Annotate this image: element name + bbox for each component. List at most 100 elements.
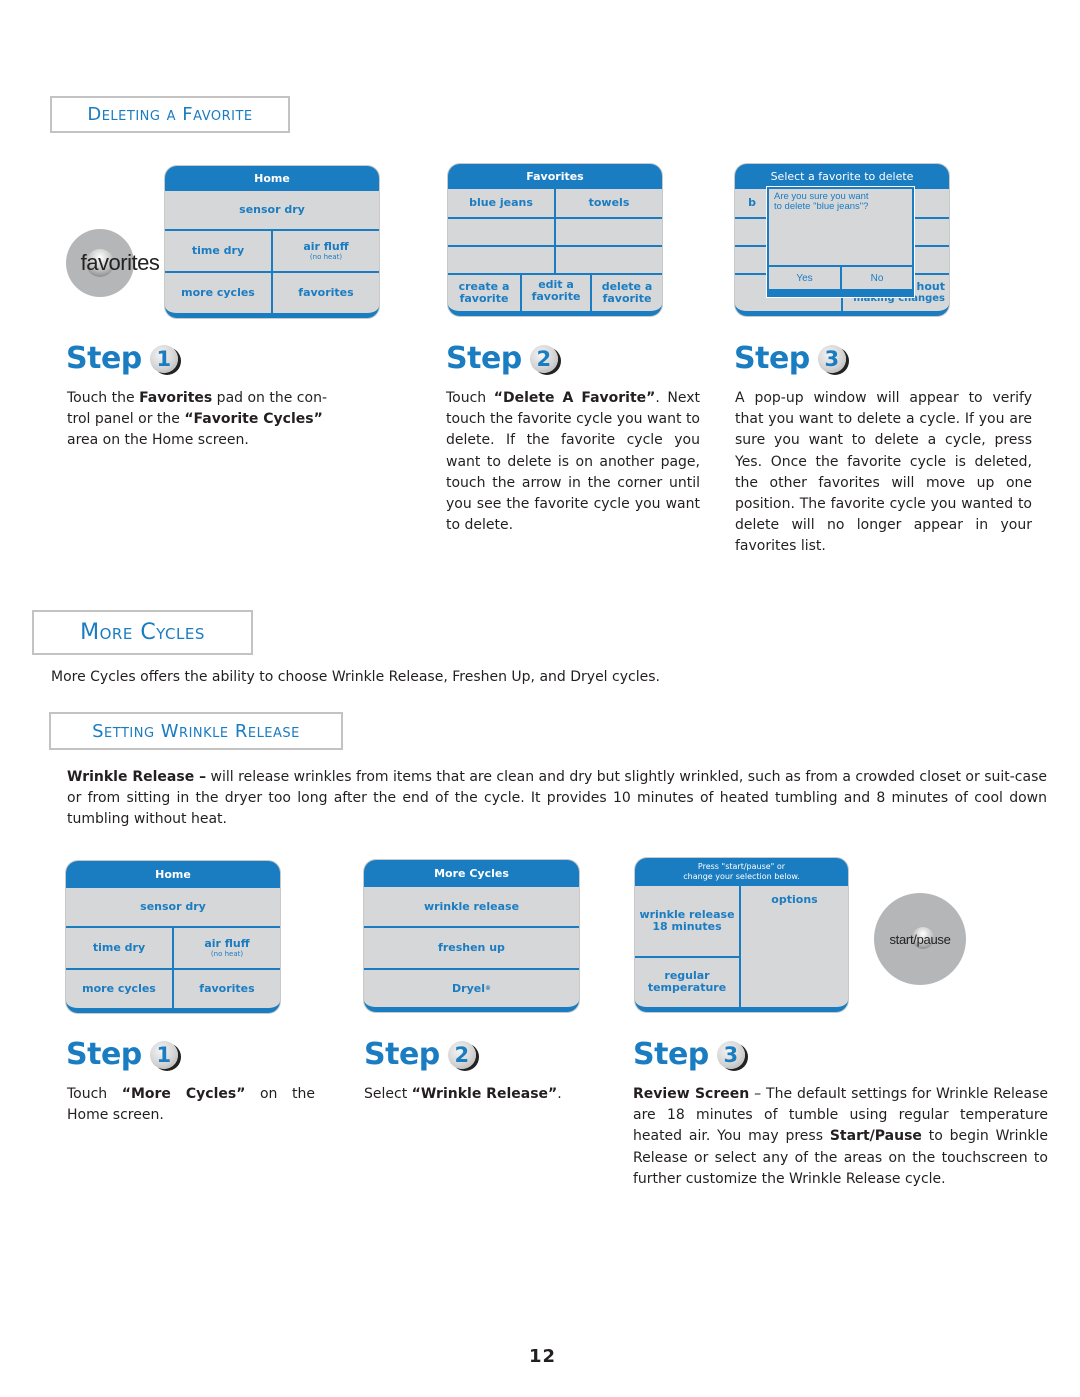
- text-run: Touch: [67, 1086, 122, 1102]
- wr-step-3-header: Step 3: [633, 1037, 745, 1072]
- delete-confirm-popup: Are you sure you want to delete "blue je…: [767, 187, 914, 297]
- review-title-line: change your selection below.: [683, 872, 800, 881]
- popup-message-line: to delete "blue jeans"?: [774, 201, 869, 212]
- favorites-screen-title: Favorites: [448, 164, 662, 189]
- review-screen-panel: Press "start/pause" or change your selec…: [635, 858, 848, 1012]
- home-screen-panel: Home sensor dry time dry air fluff (no h…: [165, 166, 379, 318]
- air-fluff-button[interactable]: air fluff (no heat): [174, 928, 280, 968]
- text-run: Touch the: [67, 390, 140, 406]
- time-dry-button[interactable]: time dry: [66, 928, 172, 968]
- sensor-dry-button[interactable]: sensor dry: [66, 888, 280, 926]
- step-word: Step: [364, 1037, 440, 1072]
- air-fluff-button[interactable]: air fluff (no heat): [273, 231, 379, 271]
- favorites-pad-button[interactable]: favorites: [66, 229, 160, 297]
- edit-favorite-label: favorite: [531, 290, 581, 303]
- favorite-item-blue-jeans[interactable]: blue jeans: [448, 189, 554, 217]
- air-fluff-sublabel: (no heat): [210, 949, 244, 958]
- time-dry-button[interactable]: time dry: [165, 231, 271, 271]
- text-run: Touch: [446, 390, 494, 406]
- dryel-button[interactable]: Dryel ®: [364, 970, 579, 1007]
- cycle-time-button[interactable]: wrinkle release 18 minutes: [635, 886, 739, 956]
- favorite-item-towels[interactable]: towels: [556, 189, 662, 217]
- more-cycles-heading: More Cycles: [80, 620, 205, 645]
- favorite-item-empty[interactable]: [448, 219, 554, 245]
- favorite-item-empty[interactable]: [448, 247, 554, 273]
- text-run: will release wrinkles from items that ar…: [67, 769, 1047, 828]
- more-cycles-intro: More Cycles offers the ability to choose…: [51, 669, 660, 685]
- delete-step-2-header: Step 2: [446, 341, 558, 376]
- delete-step-3-header: Step 3: [734, 341, 846, 376]
- time-dry-label: time dry: [191, 244, 245, 257]
- more-cycles-heading-box: More Cycles: [32, 610, 253, 655]
- deleting-favorite-heading-box: Deleting a Favorite: [50, 96, 290, 133]
- options-label: options: [771, 893, 818, 906]
- delete-step-1-text: Touch the Favorites pad on the con-trol …: [67, 388, 349, 452]
- step-word: Step: [734, 341, 810, 376]
- delete-step-2-text: Touch “Delete A Favorite”. Next touch th…: [446, 388, 700, 536]
- more-cycles-screen-panel: More Cycles wrinkle release freshen up D…: [364, 860, 579, 1012]
- wrinkle-release-button[interactable]: wrinkle release: [364, 887, 579, 926]
- no-label: No: [870, 273, 884, 284]
- behind-item-label: b: [735, 189, 769, 217]
- wr-step-3-text: Review Screen – The default settings for…: [633, 1084, 1048, 1190]
- more-cycles-label: more cycles: [181, 286, 255, 299]
- delete-favorite-button[interactable]: delete a favorite: [592, 275, 662, 311]
- delete-step-1-header: Step 1: [66, 341, 178, 376]
- popup-no-button[interactable]: No: [842, 267, 912, 291]
- setting-wrinkle-release-heading: Setting Wrinkle Release: [92, 720, 300, 742]
- favorite-item-label: blue jeans: [469, 196, 533, 209]
- text-run-bold: “Favorite Cycles”: [184, 411, 323, 428]
- sensor-dry-label: sensor dry: [140, 900, 206, 913]
- text-run-bold: Favorites: [139, 390, 213, 406]
- temperature-button[interactable]: regular temperature: [635, 958, 739, 1006]
- text-run-bold: “Wrinkle Release”: [411, 1086, 558, 1102]
- step-number-badge: 2: [529, 344, 558, 373]
- home-screen-title: Home: [165, 166, 379, 191]
- text-run: .: [557, 1086, 562, 1102]
- text-run-bold: Wrinkle Release –: [67, 769, 207, 785]
- registered-mark: ®: [484, 984, 491, 992]
- sensor-dry-button[interactable]: sensor dry: [165, 191, 379, 229]
- edit-favorite-button[interactable]: edit a favorite: [522, 273, 590, 309]
- step-number-badge: 1: [149, 344, 178, 373]
- favorites-label: favorites: [298, 286, 354, 299]
- step-word: Step: [66, 1037, 142, 1072]
- favorite-item-empty[interactable]: [556, 247, 662, 273]
- favorites-label: favorites: [199, 982, 255, 995]
- air-fluff-label: air fluff: [303, 239, 349, 253]
- options-button[interactable]: options: [741, 886, 848, 1007]
- text-run-bold: “Delete A Favorite”: [493, 390, 656, 406]
- air-fluff-sublabel: (no heat): [309, 252, 343, 261]
- freshen-up-button[interactable]: freshen up: [364, 928, 579, 968]
- sensor-dry-label: sensor dry: [239, 203, 305, 216]
- favorites-pad-label: favorites: [80, 250, 160, 275]
- start-pause-button[interactable]: start/pause: [874, 893, 966, 985]
- cycle-time-label: 18 minutes: [652, 920, 722, 933]
- step-word: Step: [66, 341, 142, 376]
- delete-confirm-screen-title: Select a favorite to delete: [735, 164, 949, 189]
- start-pause-label: start/pause: [889, 931, 951, 947]
- favorite-item-empty[interactable]: [556, 219, 662, 245]
- step-number-badge: 2: [447, 1040, 476, 1069]
- step-word: Step: [633, 1037, 709, 1072]
- page-number: 12: [529, 1346, 557, 1367]
- more-cycles-screen-title: More Cycles: [364, 860, 579, 887]
- delete-confirm-screen-panel: Select a favorite to delete b hout makin…: [735, 164, 949, 316]
- behind-item-text: b: [748, 196, 756, 209]
- create-favorite-button[interactable]: create a favorite: [448, 275, 520, 311]
- favorites-button[interactable]: favorites: [273, 273, 379, 313]
- favorites-button[interactable]: favorites: [174, 970, 280, 1008]
- popup-message: Are you sure you want to delete "blue je…: [769, 189, 912, 215]
- wrinkle-release-label: wrinkle release: [423, 899, 520, 913]
- more-cycles-button[interactable]: more cycles: [66, 970, 172, 1008]
- more-cycles-button[interactable]: more cycles: [165, 273, 271, 313]
- popup-bottom-bar: [769, 289, 912, 295]
- popup-yes-button[interactable]: Yes: [769, 267, 840, 291]
- freshen-up-label: freshen up: [438, 941, 505, 954]
- text-run-bold: “More Cycles”: [121, 1086, 246, 1102]
- deleting-favorite-heading: Deleting a Favorite: [87, 104, 253, 125]
- text-run-bold: Review Screen: [633, 1086, 750, 1102]
- yes-label: Yes: [796, 273, 813, 284]
- wr-step-1-header: Step 1: [66, 1037, 178, 1072]
- temperature-label: temperature: [647, 981, 727, 994]
